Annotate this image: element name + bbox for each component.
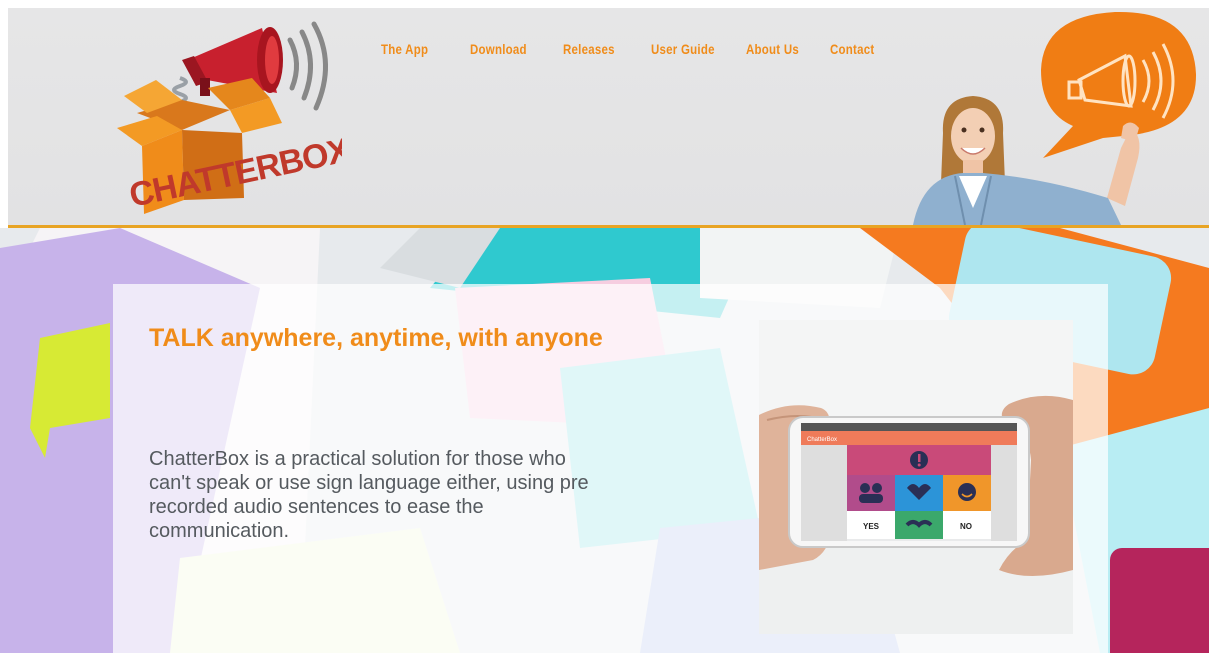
hero-headline: TALK anywhere, anytime, with anyone — [149, 324, 603, 352]
nav-contact[interactable]: Contact — [830, 41, 874, 57]
nav-the-app[interactable]: The App — [381, 41, 428, 57]
chatterbox-logo[interactable]: CHATTERBOX — [112, 18, 342, 223]
hero-description: ChatterBox is a practical solution for t… — [149, 448, 589, 542]
page: CHATTERBOX The App Download Releases Use… — [0, 0, 1209, 653]
phone-app-title: ChatterBox — [807, 437, 837, 443]
nav-releases[interactable]: Releases — [563, 41, 615, 57]
app-screenshot-photo: ChatterBox YES NO — [759, 320, 1073, 634]
nav-user-guide[interactable]: User Guide — [651, 41, 715, 57]
main-nav: The App Download Releases User Guide Abo… — [381, 41, 885, 57]
hero-woman-illustration — [913, 11, 1197, 225]
phone-yes-label: YES — [863, 522, 880, 531]
phone-no-label: NO — [960, 522, 972, 531]
intro-card: TALK anywhere, anytime, with anyone Chat… — [113, 284, 1108, 653]
site-header: CHATTERBOX The App Download Releases Use… — [8, 8, 1209, 228]
nav-download[interactable]: Download — [470, 41, 527, 57]
nav-about-us[interactable]: About Us — [746, 41, 799, 57]
